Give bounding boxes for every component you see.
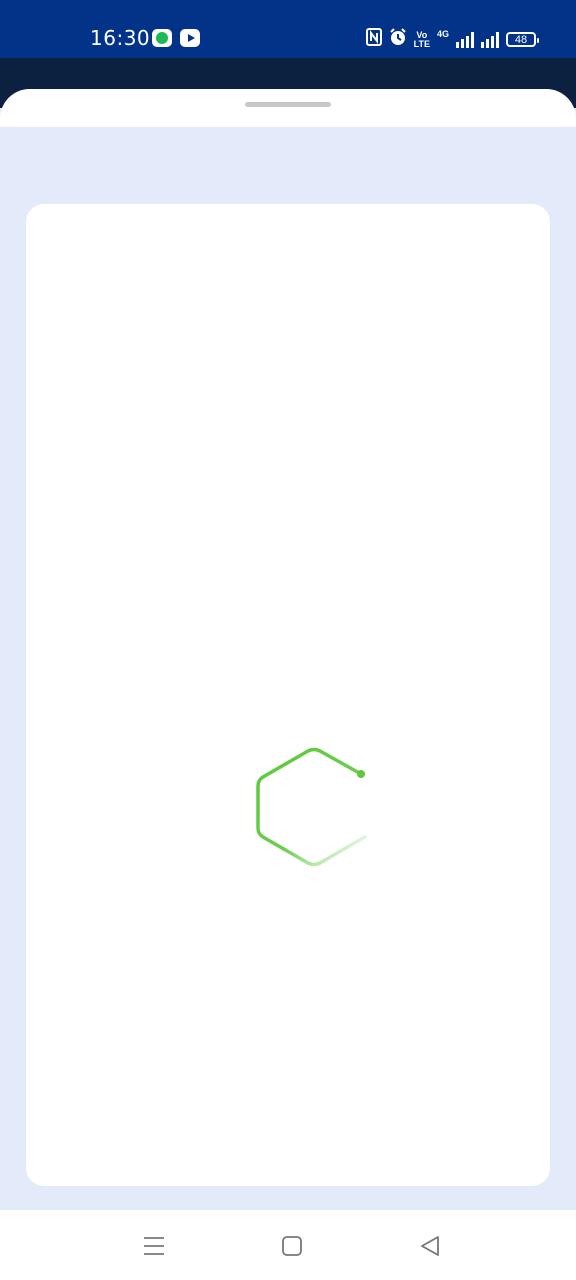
status-bar: 16:30 Vo LTE 4G 48	[0, 0, 576, 58]
youtube-icon	[180, 29, 200, 47]
signal-icon	[481, 31, 499, 48]
battery-icon: 48	[506, 32, 539, 47]
drag-handle[interactable]	[245, 102, 331, 107]
status-system-icons: Vo LTE 4G 48	[365, 28, 539, 51]
nfc-icon	[365, 28, 382, 51]
menu-icon[interactable]	[138, 1230, 170, 1262]
sheet-header	[0, 89, 576, 127]
navigation-bar	[0, 1210, 576, 1280]
content-card	[26, 204, 550, 1186]
status-time: 16:30	[90, 26, 151, 50]
hexagon-spinner-icon	[248, 740, 380, 872]
spotify-icon	[152, 29, 172, 47]
signal-4g-icon	[456, 31, 474, 48]
volte-bottom-label: LTE	[413, 38, 430, 49]
alarm-icon	[389, 28, 407, 51]
back-icon[interactable]	[414, 1230, 446, 1262]
battery-level: 48	[514, 33, 528, 46]
home-icon[interactable]	[276, 1230, 308, 1262]
volte-icon: Vo LTE	[413, 30, 430, 49]
network-type-label: 4G	[436, 28, 449, 39]
bottom-sheet	[0, 89, 576, 1210]
status-app-icons	[152, 29, 200, 47]
